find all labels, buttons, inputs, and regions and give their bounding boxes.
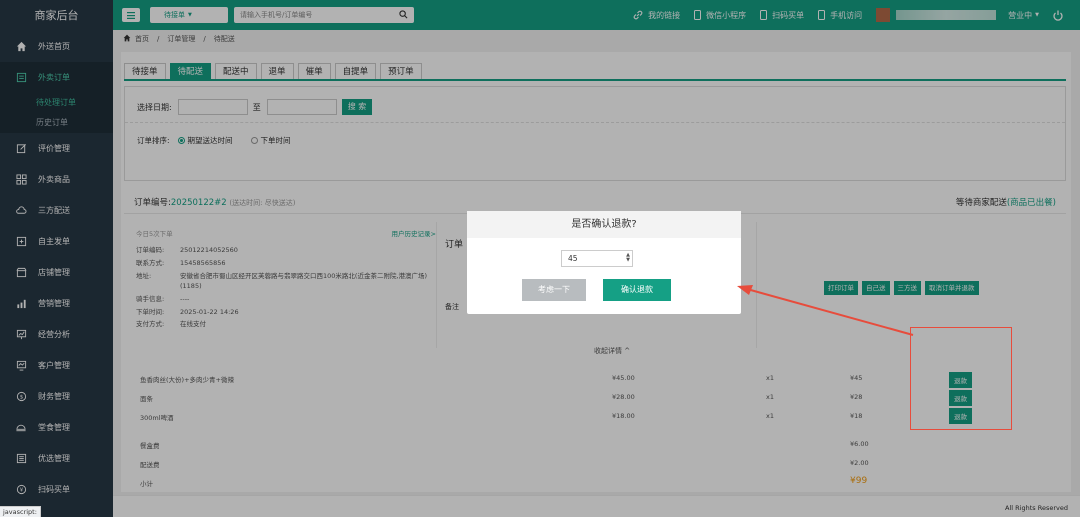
annotation-arrow — [737, 285, 914, 336]
stepper-arrows-icon[interactable]: ▲ ▼ — [626, 253, 630, 263]
confirm-refund-button[interactable]: 确认退款 — [603, 279, 671, 301]
refund-confirm-dialog: 是否确认退款? 45 ▲ ▼ 考虑一下 确认退款 — [467, 211, 741, 314]
reconsider-button[interactable]: 考虑一下 — [522, 279, 586, 301]
refund-amount-value: 45 — [568, 254, 578, 263]
annotation-highlight-box — [910, 327, 1012, 430]
refund-amount-input[interactable]: 45 ▲ ▼ — [561, 250, 633, 267]
dialog-title: 是否确认退款? — [467, 211, 741, 238]
browser-status-bar: javascript: — [0, 506, 41, 517]
